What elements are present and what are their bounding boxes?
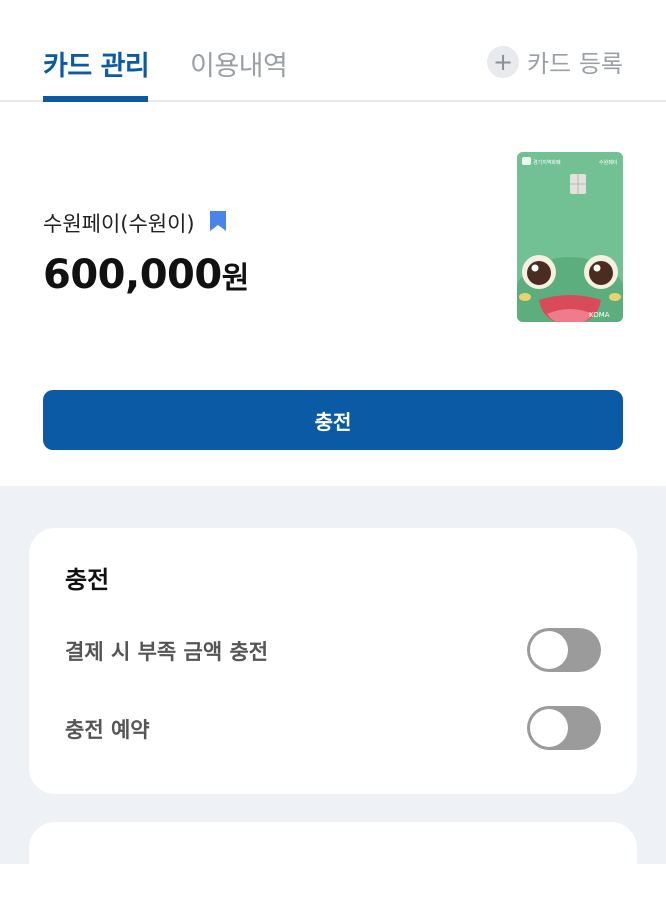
- card-balance: 600,000원: [43, 252, 249, 298]
- tab-card-management[interactable]: 카드 관리: [43, 44, 150, 83]
- register-card-button[interactable]: + 카드 등록: [487, 44, 623, 79]
- auto-charge-toggle[interactable]: [527, 628, 601, 672]
- settings-area: 충전 결제 시 부족 금액 충전 충전 예약: [0, 486, 666, 902]
- card-issuer-text: KOMA: [589, 311, 610, 319]
- card-local-text: 수원페이: [599, 159, 617, 166]
- setting-charge-reservation: 충전 예약: [65, 706, 601, 750]
- card-image[interactable]: 경기지역화폐 수원페이 KOMA: [517, 152, 623, 322]
- register-card-label: 카드 등록: [527, 50, 623, 78]
- toggle-knob: [530, 709, 568, 747]
- toggle-knob: [530, 631, 568, 669]
- panel-title: 충전: [65, 566, 110, 594]
- card-brand-text: 경기지역화폐: [533, 159, 561, 166]
- next-panel: [29, 822, 637, 902]
- card-name-row: 수원페이(수원이): [43, 208, 227, 238]
- bookmark-icon[interactable]: [209, 210, 227, 237]
- charge-reservation-toggle[interactable]: [527, 706, 601, 750]
- tab-bar: 카드 관리 이용내역 + 카드 등록: [0, 0, 666, 102]
- card-name: 수원페이(수원이): [43, 212, 195, 236]
- setting-label: 결제 시 부족 금액 충전: [65, 640, 269, 664]
- plus-circle-icon: +: [487, 45, 520, 78]
- setting-label: 충전 예약: [65, 718, 150, 742]
- charge-button[interactable]: 충전: [43, 390, 623, 450]
- charge-settings-panel: 충전 결제 시 부족 금액 충전 충전 예약: [29, 528, 637, 794]
- balance-unit: 원: [221, 261, 250, 296]
- balance-amount: 600,000: [43, 252, 222, 298]
- setting-auto-charge: 결제 시 부족 금액 충전: [65, 628, 601, 672]
- tab-usage-history[interactable]: 이용내역: [190, 44, 288, 83]
- active-tab-indicator: [43, 96, 148, 102]
- card-summary: 수원페이(수원이) 600,000원 경기지역화폐 수원페이 KOMA 충전: [0, 104, 666, 486]
